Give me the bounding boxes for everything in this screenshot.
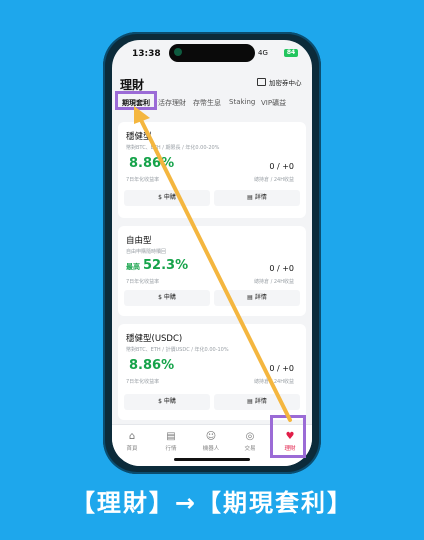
guide-arrow-icon <box>134 106 292 422</box>
instruction-caption: 【理財】→【期現套利】 <box>70 489 354 517</box>
